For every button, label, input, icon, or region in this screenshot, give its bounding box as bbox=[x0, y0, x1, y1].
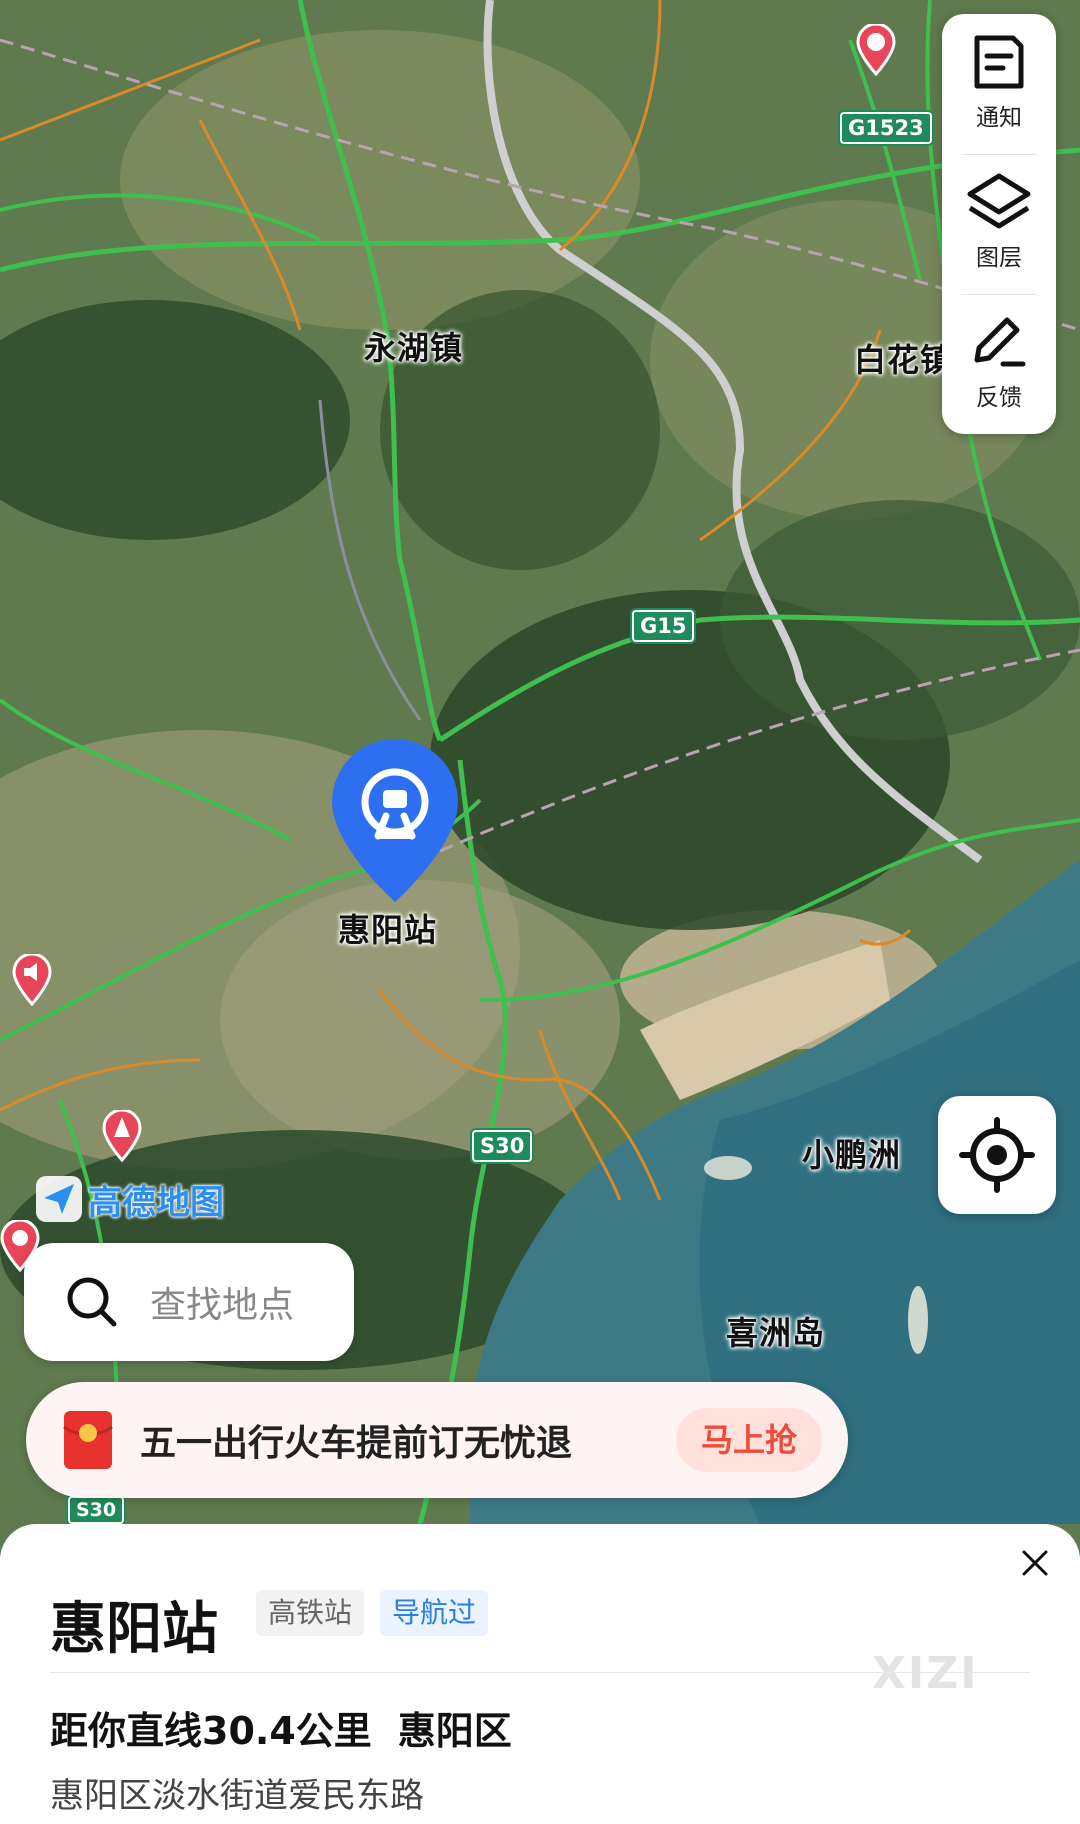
route-shield-g1523: G1523 bbox=[840, 112, 932, 144]
search-placeholder: 查找地点 bbox=[150, 1285, 295, 1326]
route-shield-s30-lower: S30 bbox=[68, 1496, 125, 1524]
watermark: XIZI bbox=[872, 1648, 979, 1699]
poi-title: 惠阳站 bbox=[50, 1597, 218, 1662]
search-icon bbox=[67, 1277, 117, 1327]
poi-type-tag: 高铁站 bbox=[256, 1590, 365, 1636]
edit-pencil-icon bbox=[974, 317, 1026, 367]
notify-label: 通知 bbox=[976, 105, 1022, 131]
search-box[interactable]: 查找地点 bbox=[24, 1243, 354, 1361]
red-envelope-icon bbox=[63, 1411, 113, 1469]
poi-visited-tag: 导航过 bbox=[380, 1590, 489, 1636]
poi-detail-sheet: 惠阳站 高铁站 导航过 XIZI 距你直线30.4公里 惠阳区 惠阳区淡水街道爱民… bbox=[0, 1524, 1080, 1824]
place-label-yonghu: 永湖镇 bbox=[364, 329, 464, 367]
feedback-label: 反馈 bbox=[976, 385, 1022, 411]
route-shield-s30: S30 bbox=[472, 1130, 533, 1162]
locate-me-button[interactable] bbox=[938, 1096, 1056, 1214]
promo-banner[interactable]: 五一出行火车提前订无忧退 马上抢 bbox=[26, 1382, 848, 1498]
poi-pin-icon[interactable] bbox=[856, 24, 896, 76]
speaker-pin-icon[interactable] bbox=[12, 954, 52, 1006]
feedback-button[interactable]: 反馈 bbox=[942, 294, 1056, 430]
poi-distance: 距你直线30.4公里 bbox=[50, 1709, 372, 1753]
brand-logo: 高德地图 bbox=[36, 1175, 224, 1223]
promo-grab-button[interactable]: 马上抢 bbox=[676, 1408, 822, 1472]
layers-label: 图层 bbox=[976, 245, 1022, 271]
place-label-xizhoudao: 喜洲岛 bbox=[726, 1314, 826, 1352]
poi-address: 惠阳区淡水街道爱民东路 bbox=[50, 1776, 424, 1816]
notice-icon bbox=[974, 35, 1024, 89]
poi-district: 惠阳区 bbox=[397, 1709, 512, 1753]
cone-pin-icon[interactable] bbox=[102, 1110, 142, 1162]
place-label-xiaopengzhou: 小鹏洲 bbox=[802, 1136, 902, 1174]
route-shield-g15: G15 bbox=[632, 610, 695, 642]
poi-distance-line: 距你直线30.4公里 惠阳区 bbox=[50, 1700, 512, 1755]
layers-icon bbox=[967, 173, 1031, 229]
promo-text: 五一出行火车提前订无忧退 bbox=[140, 1423, 573, 1464]
place-label-station[interactable]: 惠阳站 bbox=[338, 905, 437, 951]
crosshair-icon bbox=[959, 1117, 1035, 1193]
close-icon[interactable] bbox=[1018, 1546, 1052, 1580]
station-pin-icon[interactable] bbox=[328, 736, 462, 906]
notify-button[interactable]: 通知 bbox=[942, 14, 1056, 150]
sheet-divider bbox=[50, 1672, 1030, 1673]
layers-button[interactable]: 图层 bbox=[942, 154, 1056, 290]
brand-name: 高德地图 bbox=[88, 1182, 224, 1223]
map-toolbar: 通知 图层 反馈 bbox=[942, 14, 1056, 434]
amap-logo-icon bbox=[36, 1176, 82, 1222]
place-label-baihua: 白花镇 bbox=[854, 341, 954, 379]
